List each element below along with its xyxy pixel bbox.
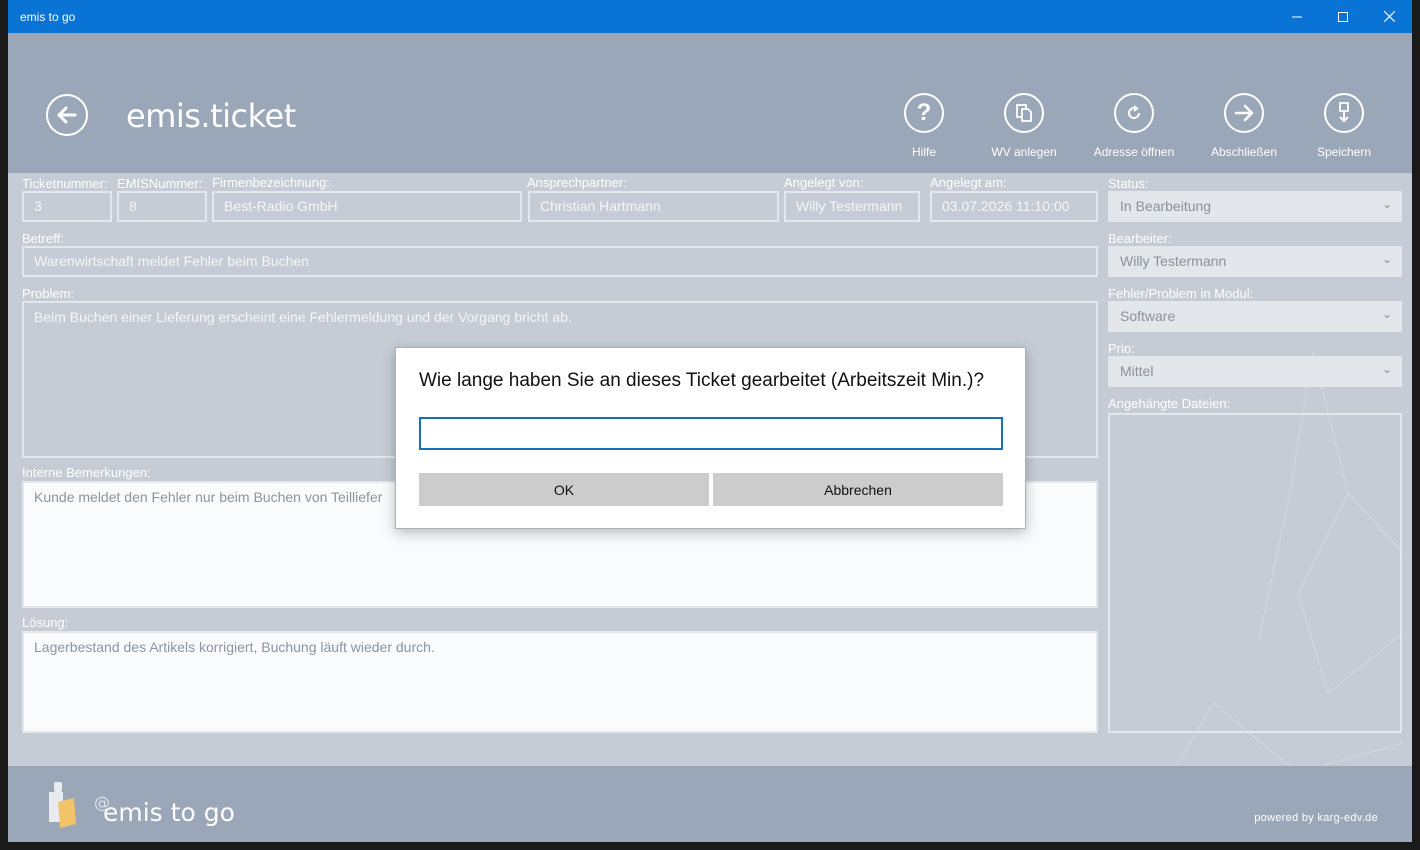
save-button[interactable]: Speichern: [1289, 93, 1399, 159]
internal-notes-label: Interne Bemerkungen:: [22, 465, 151, 480]
editor-label: Bearbeiter:: [1108, 231, 1172, 246]
subject-label: Betreff:: [22, 231, 64, 246]
company-label: Firmenbezeichnung:: [212, 175, 330, 190]
window-title: emis to go: [20, 10, 76, 24]
contact-label: Ansprechpartner:: [527, 175, 627, 190]
emis-number-label: EMISNummer:: [117, 176, 203, 191]
created-by-field[interactable]: Willy Testermann: [784, 191, 920, 222]
close-icon: [1383, 11, 1395, 22]
save-icon: [1339, 102, 1349, 123]
emis-number-field[interactable]: 8: [117, 191, 207, 222]
maximize-button[interactable]: [1320, 0, 1366, 33]
attachments-list[interactable]: [1108, 413, 1402, 733]
wv-button[interactable]: WV anlegen: [969, 93, 1079, 159]
back-button[interactable]: [46, 94, 88, 136]
created-on-label: Angelegt am:: [930, 175, 1007, 190]
created-by-label: Angelegt von:: [784, 175, 864, 190]
arrow-right-icon: [1234, 104, 1254, 122]
module-value: Software: [1120, 308, 1176, 324]
contact-field[interactable]: Christian Hartmann: [528, 191, 779, 222]
status-select[interactable]: In Bearbeitung ⌄: [1108, 191, 1402, 222]
ok-button[interactable]: OK: [419, 473, 709, 506]
footer-brand: emis to go: [103, 798, 235, 827]
chevron-down-icon: ⌄: [1381, 307, 1392, 321]
minimize-icon: [1292, 16, 1302, 17]
status-label: Status:: [1108, 176, 1149, 191]
problem-label: Problem:: [22, 286, 75, 301]
help-button[interactable]: ? Hilfe: [869, 93, 979, 159]
chevron-down-icon: ⌄: [1381, 252, 1392, 266]
chevron-down-icon: ⌄: [1381, 362, 1392, 376]
status-value: In Bearbeitung: [1120, 198, 1212, 214]
prio-select[interactable]: Mittel ⌄: [1108, 356, 1402, 387]
worktime-dialog: Wie lange haben Sie an dieses Ticket gea…: [395, 347, 1026, 529]
minimize-button[interactable]: [1274, 0, 1320, 33]
editor-value: Willy Testermann: [1120, 253, 1227, 269]
app-window: emis to go emis.ticket ? Hilfe WV anlege…: [8, 0, 1412, 842]
editor-select[interactable]: Willy Testermann ⌄: [1108, 246, 1402, 277]
app-header: emis.ticket ? Hilfe WV anlegen Adresse ö…: [8, 33, 1412, 173]
ticket-number-label: Ticketnummer:: [22, 176, 108, 191]
close-window-button[interactable]: [1366, 0, 1412, 33]
created-on-field[interactable]: 03.07.2026 11:10:00: [930, 191, 1098, 222]
module-label: Fehler/Problem in Modul:: [1108, 286, 1254, 301]
question-icon: ?: [916, 99, 932, 126]
refresh-icon: [1128, 105, 1141, 120]
arrow-left-icon: [57, 106, 77, 124]
complete-label: Abschließen: [1210, 145, 1278, 159]
solution-textarea[interactable]: Lagerbestand des Artikels korrigiert, Bu…: [22, 631, 1098, 733]
prio-value: Mittel: [1120, 363, 1154, 379]
title-bar: emis to go: [8, 0, 1412, 33]
ticket-number-field[interactable]: 3: [22, 191, 112, 222]
subject-field[interactable]: Warenwirtschaft meldet Fehler beim Buche…: [22, 246, 1098, 277]
save-label: Speichern: [1316, 145, 1372, 159]
wv-label: WV anlegen: [991, 145, 1057, 159]
module-select[interactable]: Software ⌄: [1108, 301, 1402, 332]
solution-label: Lösung:: [22, 615, 69, 630]
dialog-question: Wie lange haben Sie an dieses Ticket gea…: [419, 370, 985, 391]
prio-label: Prio:: [1108, 341, 1135, 356]
worktime-input[interactable]: [419, 417, 1003, 450]
powered-by: powered by karg-edv.de: [1254, 812, 1378, 824]
maximize-icon: [1338, 11, 1348, 22]
open-address-label: Adresse öffnen: [1093, 145, 1175, 159]
complete-button[interactable]: Abschließen: [1189, 93, 1299, 159]
chevron-down-icon: ⌄: [1381, 197, 1392, 211]
footer: @ emis to go powered by karg-edv.de: [8, 766, 1412, 842]
help-label: Hilfe: [911, 145, 936, 159]
copy-document-icon: [1016, 104, 1032, 122]
attachments-label: Angehängte Dateien:: [1108, 396, 1231, 411]
company-field[interactable]: Best-Radio GmbH: [212, 191, 522, 222]
cancel-button[interactable]: Abbrechen: [713, 473, 1003, 506]
page-title: emis.ticket: [126, 97, 296, 135]
open-address-button[interactable]: Adresse öffnen: [1079, 93, 1189, 159]
